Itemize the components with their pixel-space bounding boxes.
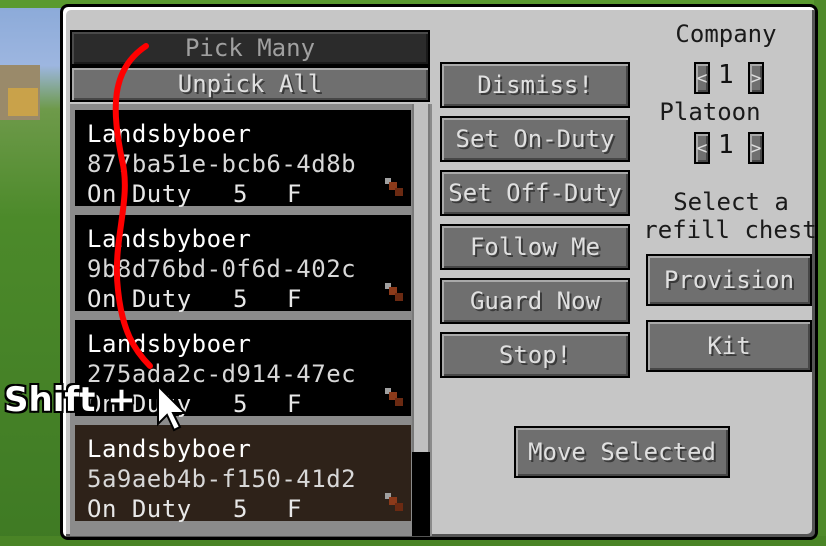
- level-text: 5: [233, 285, 248, 313]
- platoon-next-arrow[interactable]: >: [748, 132, 764, 164]
- kit-button[interactable]: Kit: [646, 320, 812, 372]
- guard-now-button[interactable]: Guard Now: [440, 278, 630, 324]
- level-text: 5: [233, 390, 248, 418]
- select-chest-label-line1: Select a: [673, 188, 789, 216]
- level-text: 5: [233, 180, 248, 208]
- status-text: On Duty: [87, 180, 192, 208]
- set-on-duty-button[interactable]: Set On-Duty: [440, 116, 630, 162]
- select-chest-label-line2: refill chest: [643, 216, 817, 244]
- shift-hint-text: Shift +: [4, 380, 136, 420]
- list-item[interactable]: Landsbyboer 9b8d76bd-0f6d-402c On Duty 5…: [73, 213, 413, 313]
- villager-name: Landsbyboer: [87, 435, 252, 463]
- flag-text: F: [287, 495, 302, 523]
- villager-name: Landsbyboer: [87, 225, 252, 253]
- list-scrollbar-thumb[interactable]: [412, 104, 430, 452]
- villager-status: On Duty 5 F: [87, 180, 301, 208]
- stop-button[interactable]: Stop!: [440, 332, 630, 378]
- flag-text: F: [287, 285, 302, 313]
- villager-status: On Duty 5 F: [87, 495, 301, 523]
- company-label: Company: [675, 20, 777, 48]
- sword-icon: [385, 493, 403, 511]
- set-off-duty-button[interactable]: Set Off-Duty: [440, 170, 630, 216]
- villager-status: On Duty 5 F: [87, 285, 301, 313]
- sword-icon: [385, 283, 403, 301]
- flag-text: F: [287, 390, 302, 418]
- provision-button[interactable]: Provision: [646, 254, 812, 306]
- background-house-roof: [8, 88, 38, 116]
- villager-uuid: 5a9aeb4b-f150-41d2: [87, 465, 357, 493]
- status-text: On Duty: [87, 495, 192, 523]
- list-item[interactable]: Landsbyboer 877ba51e-bcb6-4d8b On Duty 5…: [73, 108, 413, 208]
- company-prev-arrow[interactable]: <: [694, 62, 710, 94]
- sword-icon: [385, 388, 403, 406]
- villager-name: Landsbyboer: [87, 120, 252, 148]
- flag-text: F: [287, 180, 302, 208]
- unpick-all-button[interactable]: Unpick All: [70, 66, 430, 102]
- follow-me-button[interactable]: Follow Me: [440, 224, 630, 270]
- villager-uuid: 877ba51e-bcb6-4d8b: [87, 150, 357, 178]
- villager-uuid: 9b8d76bd-0f6d-402c: [87, 255, 357, 283]
- villager-list[interactable]: Landsbyboer 877ba51e-bcb6-4d8b On Duty 5…: [70, 104, 432, 536]
- pick-many-button[interactable]: Pick Many: [70, 30, 430, 66]
- sword-icon: [385, 178, 403, 196]
- dismiss-button[interactable]: Dismiss!: [440, 62, 630, 108]
- platoon-label: Platoon: [659, 98, 761, 126]
- move-selected-button[interactable]: Move Selected: [514, 426, 730, 478]
- status-text: On Duty: [87, 285, 192, 313]
- list-item[interactable]: Landsbyboer 5a9aeb4b-f150-41d2 On Duty 5…: [73, 423, 413, 523]
- list-scrollbar-track[interactable]: [412, 452, 430, 536]
- level-text: 5: [233, 495, 248, 523]
- platoon-prev-arrow[interactable]: <: [694, 132, 710, 164]
- villager-name: Landsbyboer: [87, 330, 252, 358]
- platoon-value: 1: [718, 130, 734, 160]
- company-next-arrow[interactable]: >: [748, 62, 764, 94]
- company-value: 1: [718, 60, 734, 90]
